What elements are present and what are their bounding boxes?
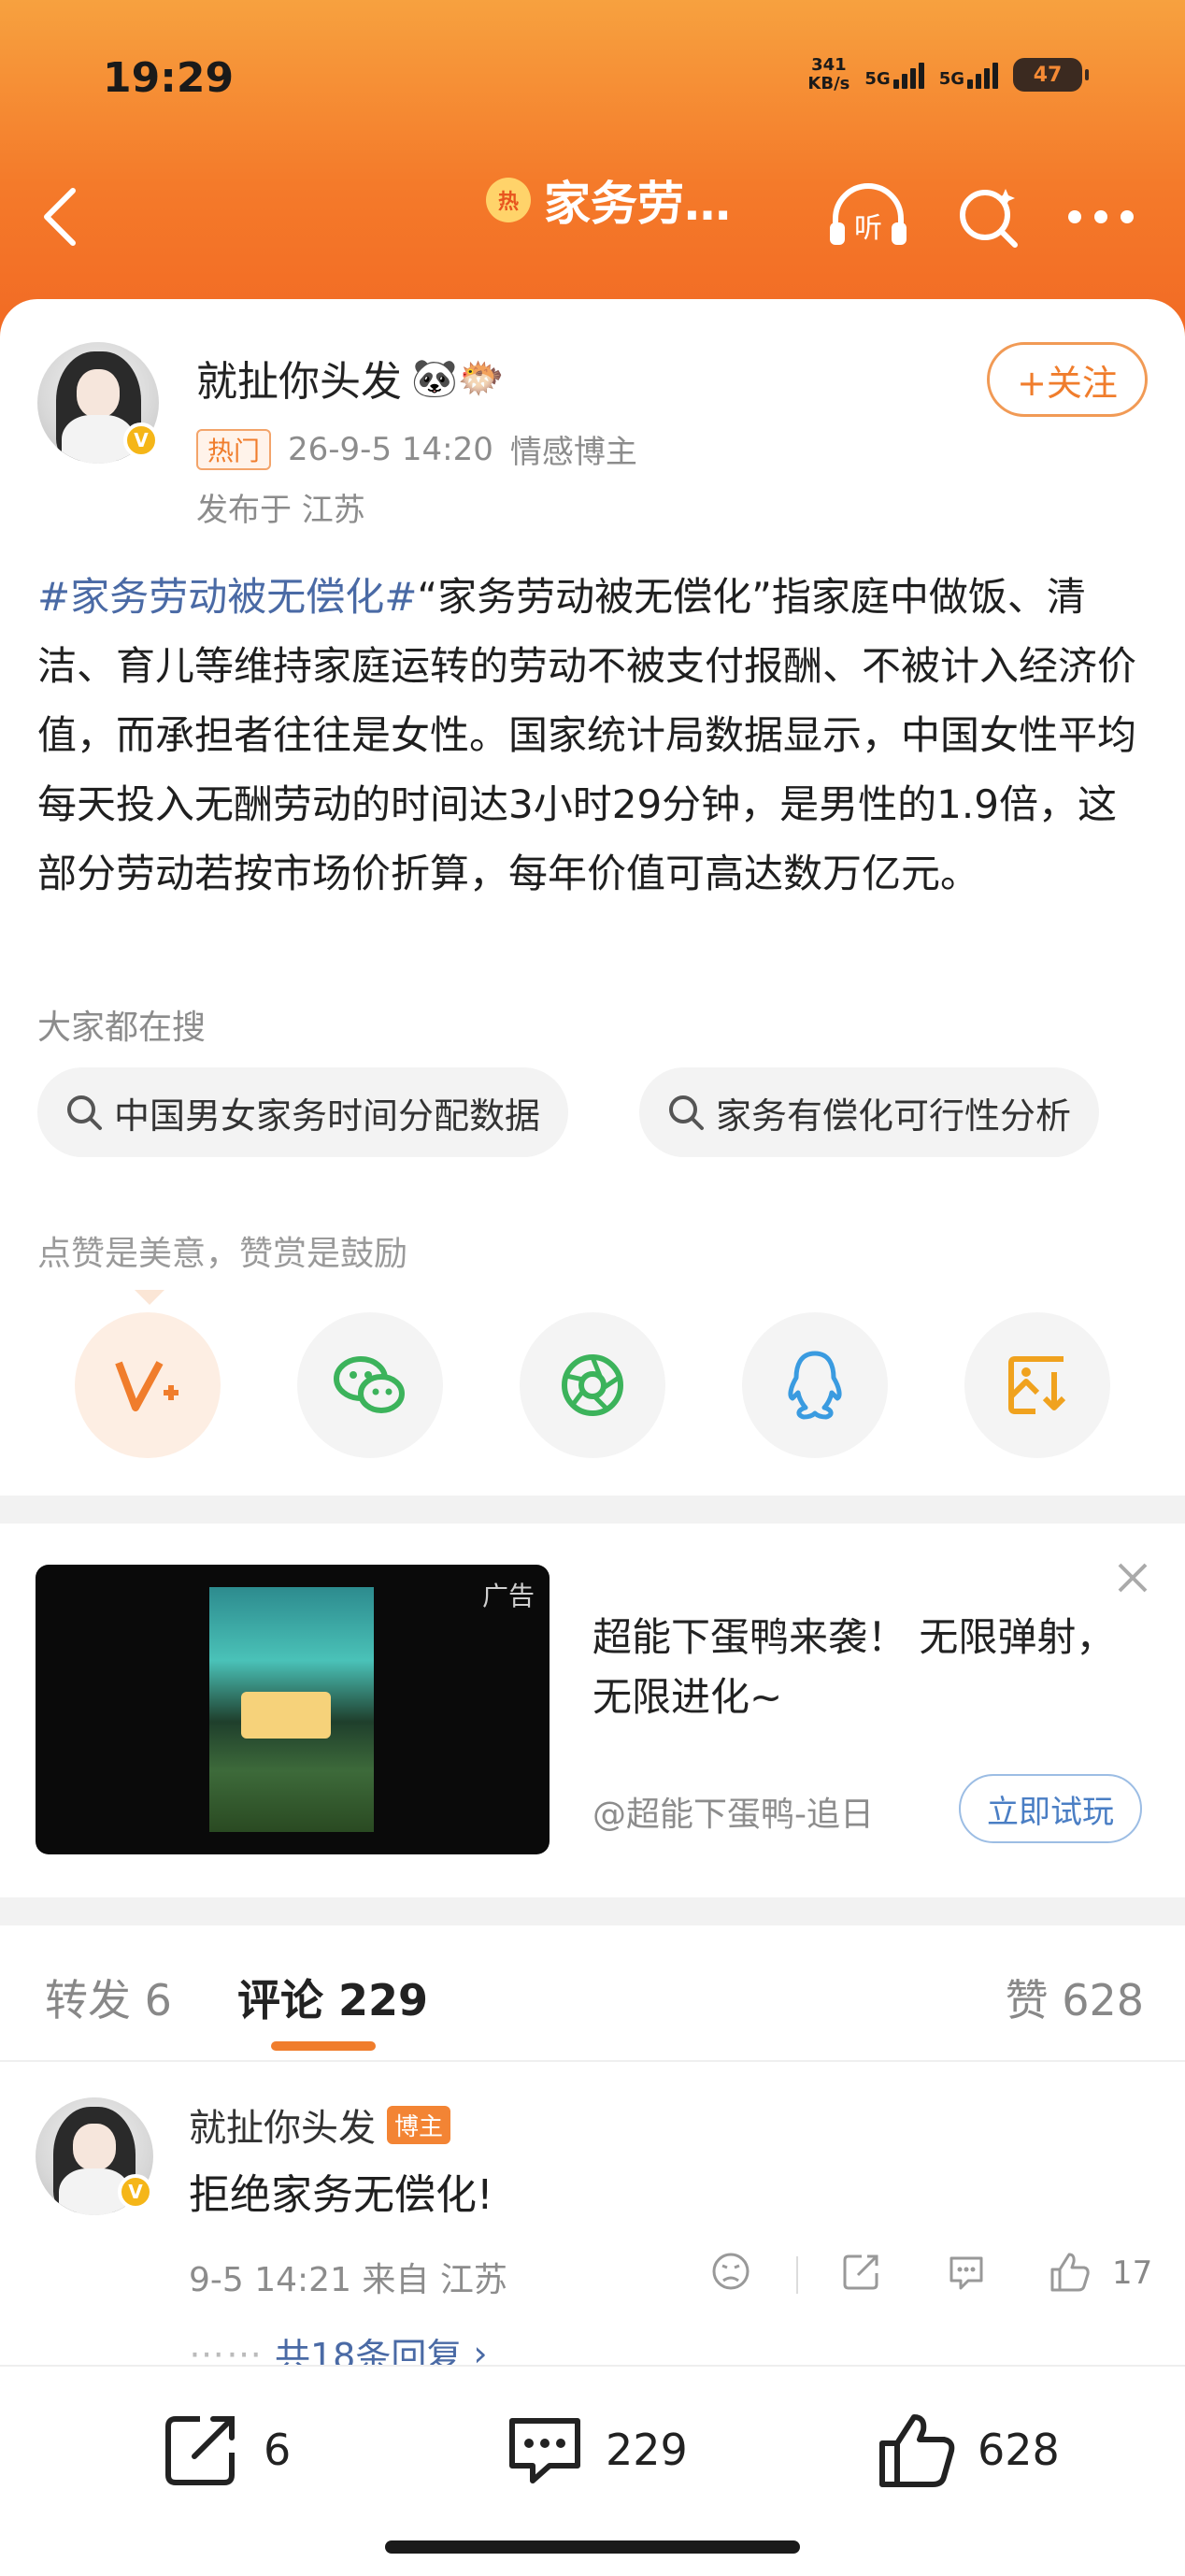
verified-icon: V [123, 422, 159, 458]
wechat-icon [334, 1356, 405, 1413]
svg-text:听: 听 [854, 212, 882, 245]
page-title: 家务劳… [544, 177, 731, 231]
signal-1: 5G [864, 61, 924, 89]
verified-icon: V [118, 2174, 153, 2210]
tab-divider [0, 2060, 1185, 2062]
qq-icon [788, 1351, 842, 1420]
signal-bars-icon [892, 61, 924, 89]
post-author-name[interactable]: 就扯你头发 [196, 348, 402, 408]
hashtag-link[interactable]: #家务劳动被无偿化# [37, 574, 417, 620]
net-speed-unit: KB/s [807, 74, 850, 93]
status-time: 19:29 [103, 54, 235, 102]
net-speed: 341 KB/s [807, 56, 849, 93]
ad-image[interactable]: 广告 [36, 1565, 550, 1854]
ad-tag: 广告 [481, 1581, 535, 1611]
post-author[interactable]: 就扯你头发 🐼🐡 [196, 348, 505, 408]
post-location: 发布于 江苏 [196, 492, 365, 529]
save-image-button[interactable] [964, 1312, 1110, 1458]
close-icon[interactable] [1114, 1559, 1151, 1596]
status-icons: 341 KB/s 5G 5G 47 [807, 56, 1089, 93]
post-timestamp: 26-9-5 14:20 [288, 430, 493, 468]
try-now-button[interactable]: 立即试玩 [959, 1774, 1142, 1843]
comment-author-name[interactable]: 就扯你头发 [189, 2097, 376, 2152]
signal-2-label: 5G [938, 69, 964, 89]
hot-tag: 热门 [196, 428, 272, 470]
repost-button[interactable]: 6 [163, 2411, 291, 2488]
listen-icon[interactable]: 听 [826, 183, 910, 250]
tab-repost[interactable]: 转发 6 [45, 1967, 172, 2028]
post-text: “家务劳动被无偿化”指家庭中做饭、清洁、育儿等维持家庭运转的劳动不被支付报酬、不… [37, 574, 1137, 896]
ad-advertiser: @超能下蛋鸭-追日 [592, 1796, 874, 1834]
comment-button[interactable]: 229 [505, 2411, 688, 2488]
top-header: 19:29 341 KB/s 5G 5G 47 热 家务劳… 听 [0, 0, 1185, 336]
home-indicator[interactable] [385, 2540, 800, 2554]
repost-icon [165, 2416, 235, 2485]
signal-1-label: 5G [864, 69, 891, 89]
battery-icon: 47 [1013, 58, 1089, 92]
net-speed-value: 341 [811, 55, 847, 75]
back-icon[interactable] [41, 187, 79, 247]
search-chip-label: 中国男女家务时间分配数据 [114, 1095, 541, 1137]
hot-badge-icon: 热 [486, 178, 531, 222]
comment-author[interactable]: 就扯你头发 博主 [189, 2097, 451, 2152]
search-icon[interactable] [953, 183, 1022, 252]
author-emoji-icons: 🐼🐡 [411, 356, 505, 400]
search-chip[interactable]: 家务有偿化可行性分析 [639, 1067, 1100, 1157]
comment-action-divider [796, 2256, 798, 2294]
comment-icon [509, 2418, 580, 2483]
comment-icon[interactable] [946, 2251, 987, 2292]
post-meta: 热门 26-9-5 14:20 情感博主 [196, 426, 637, 472]
comment-text: 拒绝家务无偿化! [189, 2171, 493, 2219]
tab-likes[interactable]: 赞 628 [1006, 1967, 1144, 2028]
ad-title[interactable]: 超能下蛋鸭来袭！ 无限弹射，无限进化~ [592, 1608, 1135, 1727]
post-body: #家务劳动被无偿化#“家务劳动被无偿化”指家庭中做饭、清洁、育儿等维持家庭运转的… [37, 563, 1155, 909]
search-icon [669, 1095, 704, 1130]
comment-count: 229 [606, 2425, 688, 2475]
search-section-label: 大家都在搜 [37, 1009, 207, 1047]
ad-game-preview [209, 1587, 374, 1832]
reward-icon [115, 1361, 178, 1411]
comment-meta: 9-5 14:21 来自 江苏 [189, 2261, 507, 2299]
wechat-share-button[interactable] [297, 1312, 443, 1458]
save-image-icon [1008, 1356, 1066, 1414]
reward-button[interactable] [75, 1312, 221, 1458]
comment-like-count: 17 [1112, 2254, 1153, 2292]
tab-comments[interactable]: 评论 229 [237, 1967, 428, 2028]
search-chip-label: 家务有偿化可行性分析 [716, 1095, 1072, 1137]
moments-share-button[interactable] [520, 1312, 665, 1458]
blogger-badge: 博主 [387, 2105, 451, 2144]
signal-2: 5G [939, 61, 998, 89]
reward-hint: 点赞是美意，赞赏是鼓励 [37, 1235, 408, 1273]
post-category: 情感博主 [509, 434, 637, 471]
nav-title-group: 热 家务劳… [486, 166, 731, 234]
pointer-arrow [135, 1290, 164, 1305]
repost-icon[interactable] [841, 2251, 882, 2292]
section-divider [0, 1496, 1185, 1524]
qq-share-button[interactable] [742, 1312, 888, 1458]
like-count: 628 [978, 2425, 1060, 2475]
section-divider [0, 1897, 1185, 1925]
search-chip[interactable]: 中国男女家务时间分配数据 [37, 1067, 569, 1157]
dislike-face-icon[interactable] [710, 2251, 751, 2292]
signal-bars-icon [967, 61, 998, 89]
like-icon [879, 2414, 955, 2487]
moments-icon [562, 1354, 623, 1416]
repost-count: 6 [264, 2425, 292, 2475]
search-icon [67, 1095, 102, 1130]
follow-button[interactable]: +关注 [987, 342, 1148, 417]
like-icon[interactable] [1049, 2251, 1092, 2294]
active-tab-indicator [271, 2041, 376, 2051]
more-icon[interactable] [1065, 208, 1136, 226]
like-button[interactable]: 628 [877, 2411, 1060, 2488]
